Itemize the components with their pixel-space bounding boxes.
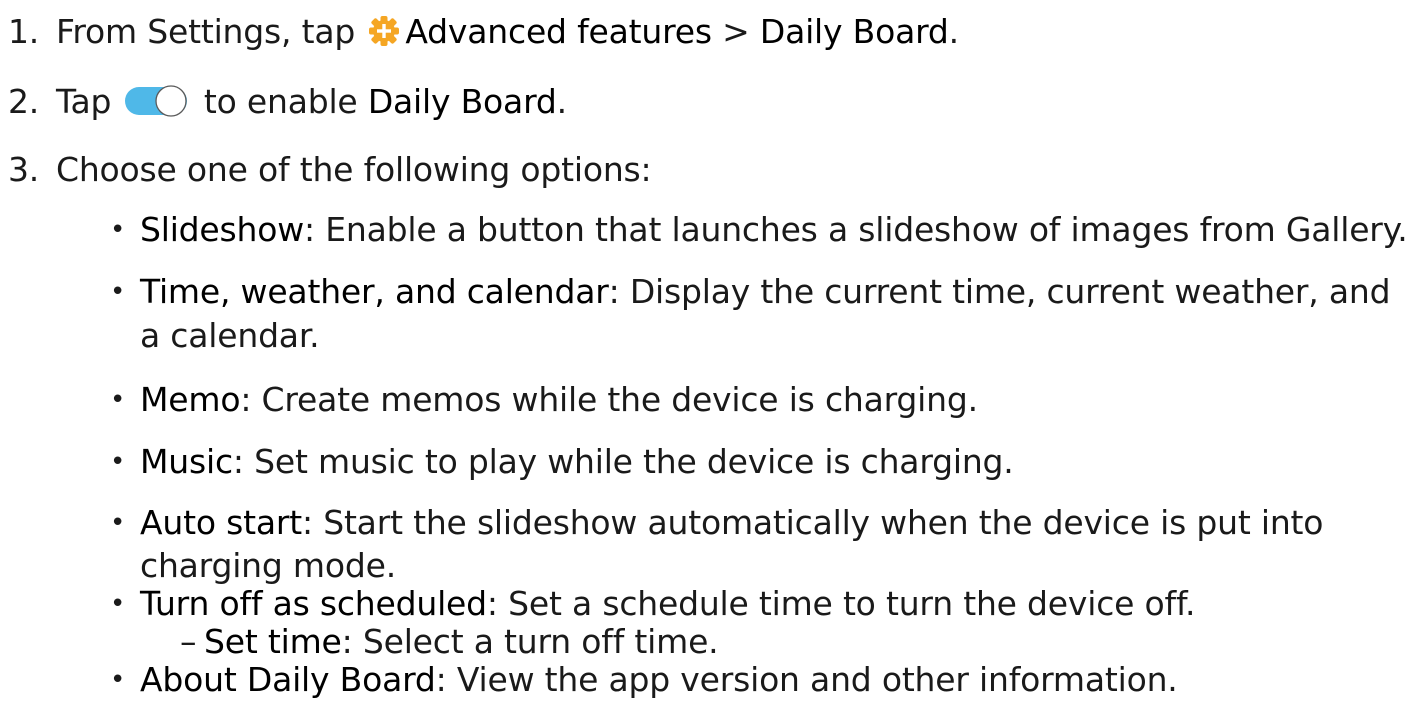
menu-separator: > (711, 12, 760, 51)
instructions-page: 1. From Settings, tap Advanced features … (0, 0, 1428, 702)
suboption-term: Set time (204, 622, 342, 661)
option-description: : Start the slideshow automatically when… (301, 503, 1324, 542)
bullet: • (110, 589, 126, 619)
option-term: Time, weather, and calendar (140, 272, 609, 311)
option-description: : Set music to play while the device is … (232, 442, 1014, 481)
dash-marker: – (180, 622, 197, 661)
period: . (556, 82, 568, 121)
period: . (948, 12, 960, 51)
option-description: : Enable a button that launches a slides… (304, 210, 1408, 249)
option-description: : Display the current time, current weat… (608, 272, 1391, 311)
option-term: Slideshow (140, 210, 305, 249)
step-text: Choose one of the following options: (56, 150, 652, 189)
option-description: charging mode. (140, 546, 397, 585)
step-number: 2. (8, 82, 40, 121)
option-description: a calendar. (140, 316, 320, 355)
bullet: • (110, 447, 126, 477)
option-description: : Create memos while the device is charg… (240, 380, 978, 419)
step-text: Tap (56, 82, 122, 121)
option-description: : View the app version and other informa… (435, 660, 1178, 699)
daily-board-term: Daily Board (367, 82, 557, 121)
suboption-description: : Select a turn off time. (341, 622, 719, 661)
bullet: • (110, 215, 126, 245)
option-term: Turn off as scheduled (140, 584, 487, 623)
step-number: 3. (8, 150, 40, 189)
bullet: • (110, 277, 126, 307)
option-term: About Daily Board (140, 660, 436, 699)
option-description: : Set a schedule time to turn the device… (486, 584, 1196, 623)
option-term: Auto start (140, 503, 302, 542)
step-text: to enable (193, 82, 368, 121)
step-text: From Settings, tap (56, 12, 366, 51)
bullet: • (110, 665, 126, 695)
bullet: • (110, 385, 126, 415)
advanced-features-icon (369, 15, 400, 46)
daily-board-term: Daily Board (759, 12, 949, 51)
step-number: 1. (8, 12, 40, 51)
bullet: • (110, 508, 126, 538)
option-term: Memo (140, 380, 241, 419)
advanced-features-term: Advanced features (405, 12, 712, 51)
toggle-switch-icon (124, 84, 187, 117)
option-term: Music (140, 442, 233, 481)
